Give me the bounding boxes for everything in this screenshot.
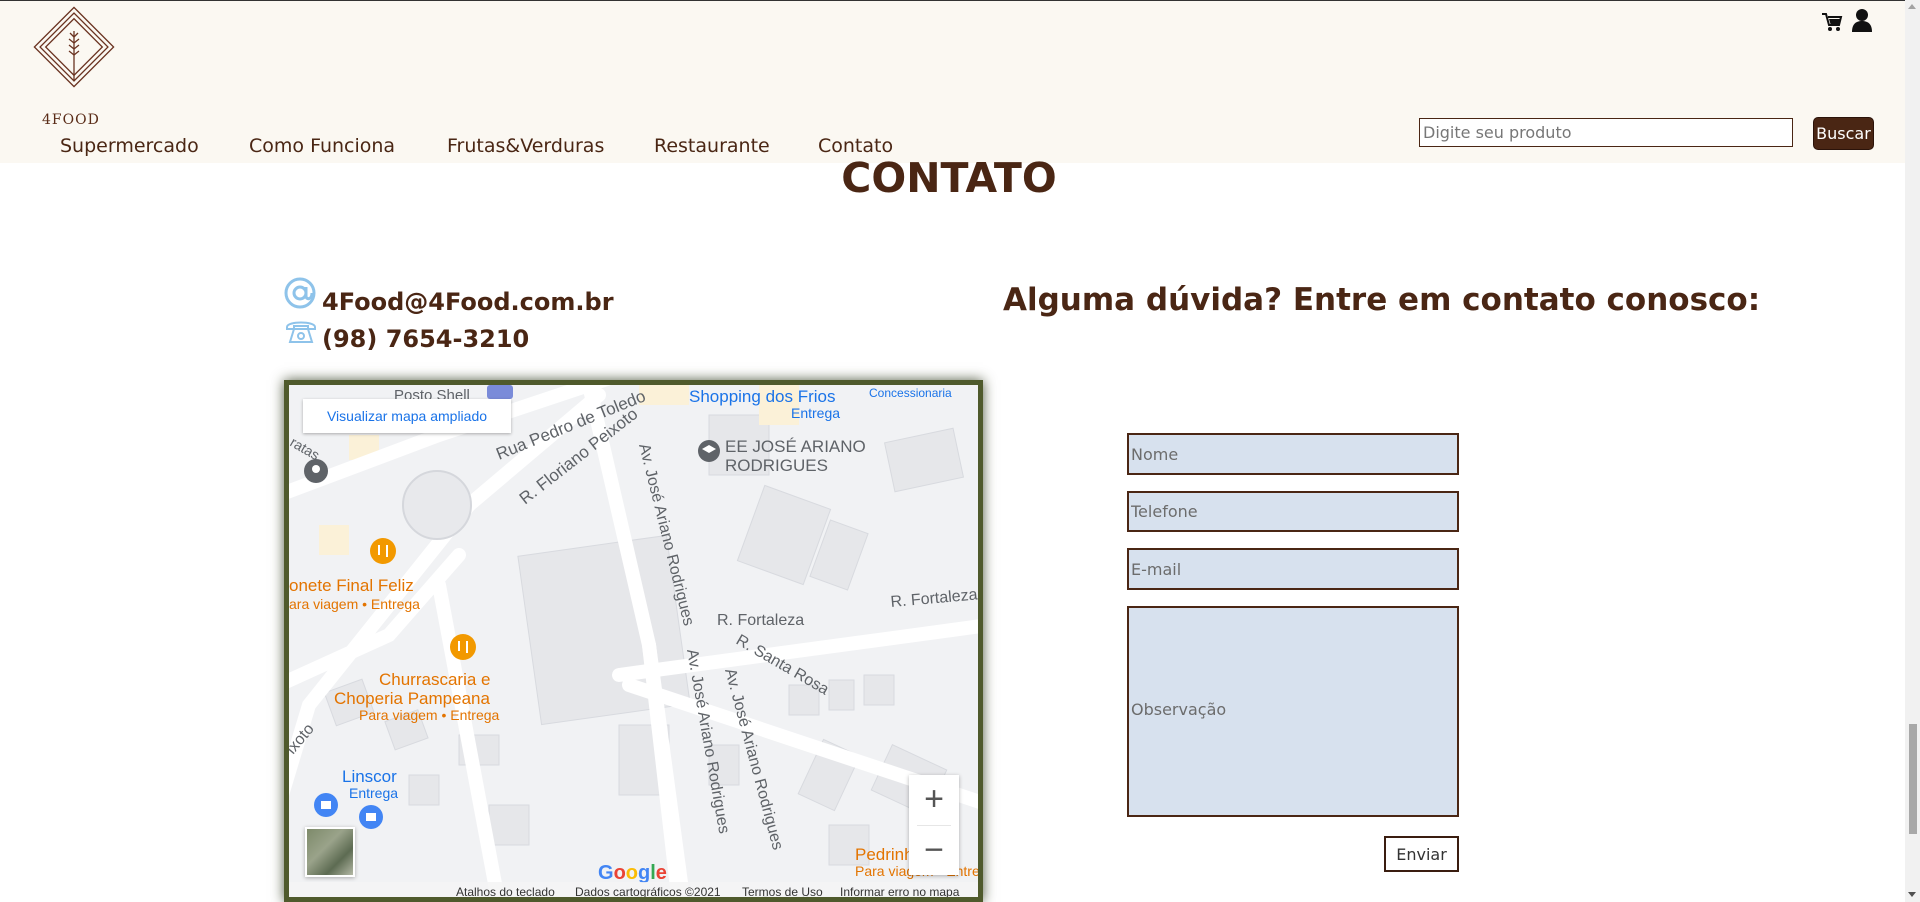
logo-text: 4FOOD (42, 112, 100, 128)
phone-icon (286, 321, 316, 343)
map-poi-churrascaria-label-2: Choperia Pampeana (334, 689, 490, 708)
name-field[interactable] (1127, 433, 1459, 475)
satellite-toggle[interactable] (305, 827, 355, 877)
form-heading: Alguma dúvida? Entre em contato conosco: (1003, 282, 1761, 318)
map-poi-lanchonete-sub: ara viagem • Entrega (289, 596, 420, 612)
map-poi-school-label-1[interactable]: EE JOSÉ ARIANO (725, 437, 866, 456)
email-icon (284, 277, 316, 309)
map-report-error-link[interactable]: Informar erro no mapa (840, 885, 959, 897)
scrollbar-thumb[interactable] (1909, 724, 1917, 834)
scroll-down-icon[interactable] (1908, 892, 1916, 897)
map-data-credit: Dados cartográficos ©2021 (575, 885, 721, 899)
cart-icon[interactable] (1821, 11, 1843, 33)
map-canvas[interactable]: Posto Shell Rua Pedro de Toledo R. Flori… (289, 385, 983, 902)
google-logo-e: e (655, 862, 667, 884)
site-header: 4FOOD Supermercado Como Funciona Frutas&… (0, 1, 1905, 163)
google-logo-g: G (598, 862, 614, 884)
email-field[interactable] (1127, 548, 1459, 590)
map-poi-linscor-sub: Entrega (349, 785, 398, 801)
map-label-fortaleza-1: R. Fortaleza (717, 612, 804, 629)
map-poi-shopping-sub: Entrega (791, 405, 840, 421)
map-poi-lanchonete-label[interactable]: onete Final Feliz (289, 576, 414, 595)
scroll-up-icon[interactable] (1908, 4, 1916, 9)
search-input[interactable] (1419, 118, 1793, 147)
phone-field[interactable] (1127, 491, 1459, 532)
observation-field[interactable] (1127, 606, 1459, 817)
zoom-out-button[interactable]: − (909, 826, 959, 876)
google-logo-o1: o (613, 862, 626, 884)
map-keyboard-shortcuts[interactable]: Atalhos do teclado (456, 885, 555, 897)
map-poi-shopping-label[interactable]: Shopping dos Frios (689, 387, 835, 406)
zoom-in-button[interactable]: + (909, 775, 959, 825)
map-poi-concessionaria[interactable]: Concessionaria (869, 386, 952, 400)
map-attribution-bar: Atalhos do teclado Dados cartográficos ©… (289, 882, 978, 899)
map-zoom-control: + − (909, 775, 959, 875)
submit-button[interactable]: Enviar (1384, 836, 1459, 872)
map-view-larger-link[interactable]: Visualizar mapa ampliado (303, 399, 511, 433)
map-poi-linscor-label[interactable]: Linscor (342, 767, 397, 786)
user-icon[interactable] (1851, 8, 1873, 32)
page-title: CONTATO (841, 154, 1057, 202)
map-terms-link[interactable]: Termos de Uso (742, 885, 823, 897)
map-poi-churrascaria-sub: Para viagem • Entrega (359, 707, 500, 723)
map-poi-churrascaria-label-1[interactable]: Churrascaria e (379, 670, 491, 689)
google-logo-o2: o (625, 862, 638, 884)
embedded-map[interactable]: Posto Shell Rua Pedro de Toledo R. Flori… (284, 380, 983, 902)
search-button[interactable]: Buscar (1813, 117, 1874, 150)
contact-phone[interactable]: (98) 7654-3210 (322, 325, 529, 353)
logo-icon[interactable] (26, 1, 122, 129)
google-logo-g2: g (638, 862, 651, 884)
contact-email[interactable]: 4Food@4Food.com.br (322, 288, 614, 316)
map-poi-school-label-2: RODRIGUES (725, 456, 828, 475)
